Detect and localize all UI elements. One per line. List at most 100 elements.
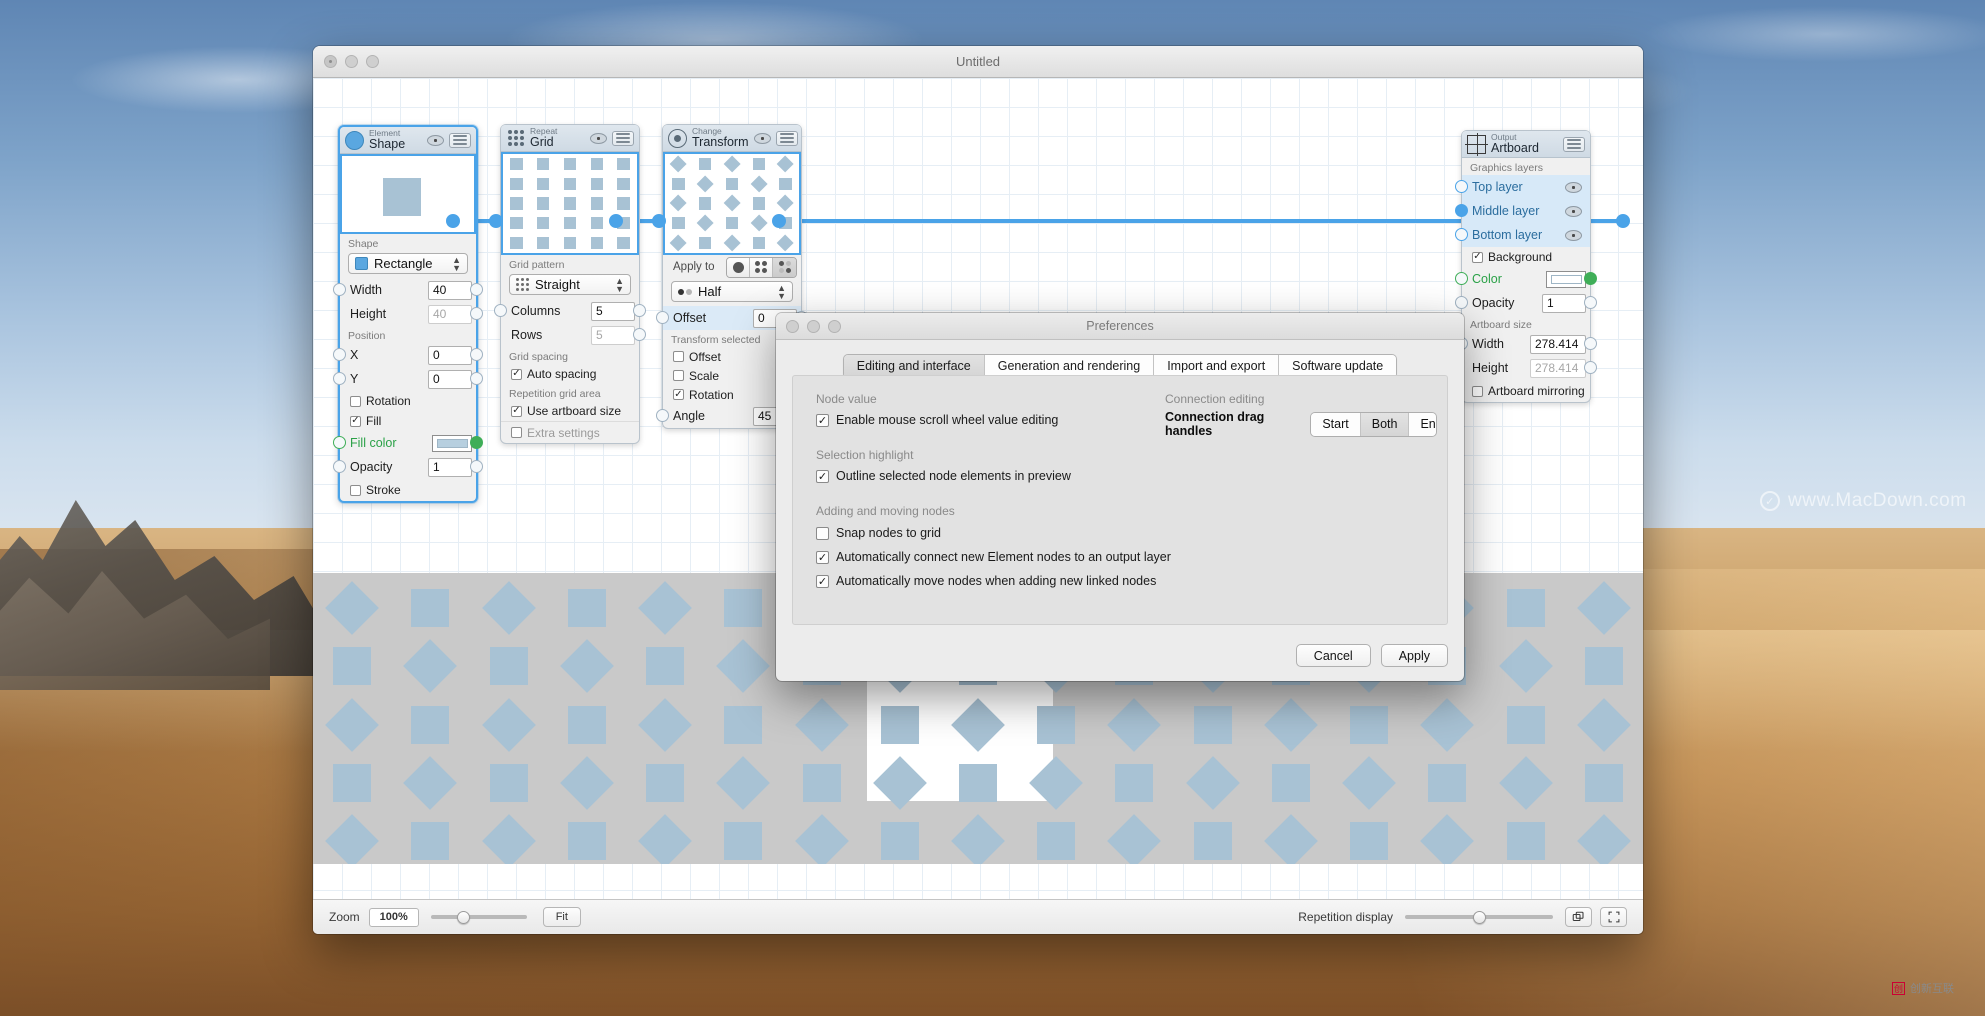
port-y-in[interactable] — [333, 372, 346, 385]
row-fill-color[interactable]: Fill color — [333, 431, 483, 455]
visibility-eye-icon[interactable] — [590, 132, 607, 144]
port-columns-in[interactable] — [494, 304, 507, 317]
input-artboard-height[interactable]: 278.414 — [1530, 358, 1586, 378]
input-width[interactable]: 40 — [428, 280, 472, 300]
node-output-artboard[interactable]: Output Artboard Graphics layers Top laye… — [1455, 130, 1597, 403]
input-artboard-opacity[interactable]: 1 — [1542, 293, 1586, 313]
row-fill-check[interactable]: Fill — [340, 411, 476, 431]
row-layer-bottom[interactable]: Bottom layer — [1455, 223, 1590, 247]
row-columns[interactable]: Columns 5 — [494, 299, 646, 323]
port-color-in[interactable] — [1455, 272, 1468, 285]
row-rows[interactable]: Rows 5 — [501, 323, 646, 347]
artboard-color-well[interactable] — [1546, 270, 1586, 288]
port-height-out[interactable] — [470, 307, 483, 320]
row-artboard-opacity[interactable]: Opacity 1 — [1455, 291, 1597, 315]
duplicate-window-icon[interactable] — [1565, 907, 1592, 927]
input-x[interactable]: 0 — [428, 345, 472, 365]
shape-type-dropdown[interactable]: Rectangle ▲ ▼ — [348, 253, 468, 274]
row-width[interactable]: Width 40 — [333, 278, 483, 302]
port-artboard-height-out[interactable] — [1584, 361, 1597, 374]
port-columns-out[interactable] — [633, 304, 646, 317]
row-artboard-color[interactable]: Color — [1455, 267, 1597, 291]
checkbox-fill[interactable] — [350, 415, 361, 427]
checkbox-auto-move-nodes[interactable]: ✓ — [816, 574, 829, 588]
row-outline-selected[interactable]: ✓ Outline selected node elements in prev… — [816, 469, 1437, 483]
node-menu-icon[interactable] — [449, 132, 471, 148]
node-header-repeat-grid[interactable]: Repeat Grid — [501, 125, 639, 152]
repetition-slider-knob[interactable] — [1473, 910, 1486, 924]
connection-drag-handles-segmented[interactable]: Start Both End — [1310, 411, 1437, 437]
row-auto-spacing[interactable]: Auto spacing — [501, 364, 639, 384]
row-extra-settings[interactable]: Extra settings — [501, 421, 639, 443]
port-artboard-width-out[interactable] — [1584, 337, 1597, 350]
row-layer-top[interactable]: Top layer — [1455, 175, 1590, 199]
row-x[interactable]: X 0 — [333, 343, 483, 367]
port-y-out[interactable] — [470, 372, 483, 385]
checkbox-scale[interactable] — [673, 370, 684, 381]
row-use-artboard-size[interactable]: Use artboard size — [501, 401, 639, 421]
port-bottom-layer[interactable] — [1455, 228, 1468, 241]
row-height[interactable]: Height 40 — [340, 302, 483, 326]
drag-handle-option-start[interactable]: Start — [1311, 412, 1361, 436]
node-header-element-shape[interactable]: Element Shape — [340, 127, 476, 154]
visibility-eye-icon[interactable] — [753, 132, 771, 144]
top-layer-eye-icon[interactable] — [1565, 181, 1582, 193]
port-fill-color-in[interactable] — [333, 436, 346, 449]
row-artboard-width[interactable]: Width 278.414 — [1455, 332, 1597, 356]
port-angle-in[interactable] — [656, 409, 669, 422]
row-apply-to[interactable]: Apply to — [663, 255, 801, 279]
port-fill-color-out[interactable] — [470, 436, 483, 449]
row-enable-scroll-wheel[interactable]: ✓ Enable mouse scroll wheel value editin… — [816, 413, 1146, 427]
port-x-out[interactable] — [470, 348, 483, 361]
cancel-button[interactable]: Cancel — [1295, 644, 1371, 667]
checkbox-rotation-transform[interactable] — [673, 389, 684, 400]
apply-to-all-option[interactable] — [727, 257, 750, 277]
port-width-out[interactable] — [470, 283, 483, 296]
checkbox-artboard-mirroring[interactable] — [1472, 385, 1483, 397]
node-header-output-artboard[interactable]: Output Artboard — [1462, 131, 1590, 158]
input-columns[interactable]: 5 — [591, 301, 635, 321]
row-rotation-check[interactable]: Rotation — [340, 391, 476, 411]
checkbox-rotation[interactable] — [350, 395, 361, 407]
node-repeat-grid[interactable]: Repeat Grid Grid pattern Straight ▲ ▼ Co… — [494, 124, 646, 444]
wire-dot-shape-out[interactable] — [446, 214, 460, 228]
node-menu-icon[interactable] — [612, 130, 634, 146]
row-artboard-height[interactable]: Height 278.414 — [1462, 356, 1597, 380]
checkbox-offset[interactable] — [673, 351, 684, 362]
checkbox-auto-spacing[interactable] — [511, 368, 522, 380]
row-snap-nodes-to-grid[interactable]: Snap nodes to grid — [816, 526, 1437, 540]
node-menu-icon[interactable] — [1563, 136, 1585, 152]
fill-color-well[interactable] — [432, 434, 472, 452]
checkbox-outline-selected[interactable]: ✓ — [816, 469, 829, 483]
input-artboard-width[interactable]: 278.414 — [1530, 334, 1586, 354]
visibility-eye-icon[interactable] — [427, 134, 444, 146]
node-element-shape[interactable]: Element Shape Shape Rectangle ▲▼ Width — [333, 125, 483, 503]
apply-to-dropdown[interactable]: Half ▲ ▼ — [671, 281, 793, 302]
checkbox-use-artboard-size[interactable] — [511, 405, 522, 417]
grid-pattern-dropdown[interactable]: Straight ▲ ▼ — [509, 274, 631, 295]
node-header-change-transform[interactable]: Change Transform — [663, 125, 801, 152]
row-background-check[interactable]: Background — [1462, 247, 1590, 267]
zoom-slider-knob[interactable] — [456, 910, 470, 924]
wire-dot-grid-out[interactable] — [609, 214, 623, 228]
apply-to-half-option[interactable] — [773, 257, 796, 277]
fullscreen-icon[interactable] — [1600, 907, 1627, 927]
row-stroke-check[interactable]: Stroke — [340, 479, 476, 501]
checkbox-auto-connect-element-nodes[interactable]: ✓ — [816, 550, 829, 564]
input-y[interactable]: 0 — [428, 369, 472, 389]
row-layer-middle[interactable]: Middle layer — [1455, 199, 1590, 223]
drag-handle-option-both[interactable]: Both — [1360, 412, 1410, 436]
port-width-in[interactable] — [333, 283, 346, 296]
port-offset-in[interactable] — [656, 311, 669, 324]
row-artboard-mirroring[interactable]: Artboard mirroring — [1462, 380, 1590, 402]
row-auto-connect-element-nodes[interactable]: ✓ Automatically connect new Element node… — [816, 550, 1437, 564]
port-artboard-opacity-out[interactable] — [1584, 296, 1597, 309]
drag-handle-option-end[interactable]: End — [1409, 412, 1437, 436]
wire-dot-artboard-in[interactable] — [1616, 214, 1630, 228]
port-opacity-in[interactable] — [333, 460, 346, 473]
port-color-out[interactable] — [1584, 272, 1597, 285]
preferences-dialog[interactable]: Preferences Editing and interface Genera… — [776, 313, 1464, 681]
port-middle-layer[interactable] — [1455, 204, 1468, 217]
apply-button[interactable]: Apply — [1380, 644, 1448, 667]
checkbox-enable-scroll-wheel[interactable]: ✓ — [816, 413, 829, 427]
